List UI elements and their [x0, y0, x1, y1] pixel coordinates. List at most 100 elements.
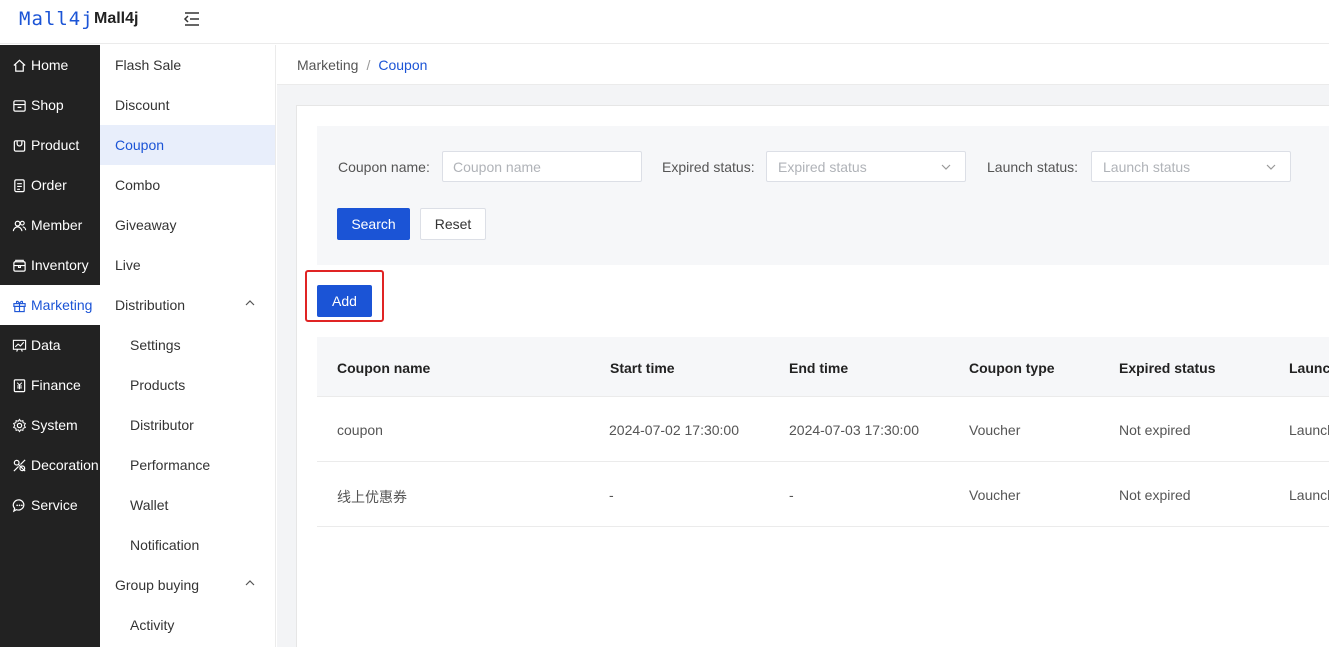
subnav-group-group-buying[interactable]: Group buying [100, 565, 275, 605]
subnav-item-combo[interactable]: Combo [100, 165, 275, 205]
cell-coupon-name: 线上优惠券 [337, 489, 407, 505]
finance-icon [13, 378, 26, 392]
add-button-highlight [305, 270, 384, 322]
subnav-item-flash-sale[interactable]: Flash Sale [100, 45, 275, 85]
search-form [317, 126, 1329, 265]
nav-item-marketing[interactable]: Marketing [0, 285, 100, 325]
subnav-item-coupon[interactable]: Coupon [100, 125, 275, 165]
subnav-item-notification[interactable]: Notification [100, 525, 275, 565]
subnav-item-live[interactable]: Live [100, 245, 275, 285]
nav-label: Member [31, 217, 83, 233]
cell-coupon-type: Voucher [969, 487, 1021, 503]
gear-icon [12, 417, 27, 433]
chevron-up-icon [245, 300, 255, 306]
cell-launch-status: Launched [1289, 487, 1329, 503]
app-name: Mall4j [94, 10, 139, 27]
cell-start-time: - [609, 487, 614, 503]
member-icon [12, 220, 27, 231]
column-header: Launch status [1289, 360, 1329, 376]
subnav-item-distributor[interactable]: Distributor [100, 405, 275, 445]
cell-coupon-name: coupon [337, 422, 383, 438]
nav-label: System [31, 417, 78, 433]
product-icon [13, 139, 26, 152]
nav-item-service[interactable]: Service [0, 485, 100, 525]
subnav-label: Discount [115, 97, 170, 113]
table-header: Coupon name Start time End time Coupon t… [317, 337, 1329, 397]
cell-start-time: 2024-07-02 17:30:00 [609, 422, 739, 438]
chevron-down-icon [1266, 164, 1276, 170]
subnav-item-giveaway[interactable]: Giveaway [100, 205, 275, 245]
home-icon [13, 59, 26, 72]
chevron-up-icon [245, 580, 255, 586]
chat-icon [12, 498, 25, 512]
subnav-label: Activity [130, 617, 175, 633]
nav-label: Home [31, 57, 69, 73]
column-header: Coupon type [969, 360, 1055, 376]
nav-label: Marketing [31, 297, 93, 313]
subnav-label: Coupon [115, 137, 165, 153]
nav-item-system[interactable]: System [0, 405, 100, 445]
nav-label: Service [31, 497, 78, 513]
nav-item-inventory[interactable]: Inventory [0, 245, 100, 285]
expired-status-placeholder: Expired status [778, 158, 867, 175]
cell-expired-status: Not expired [1119, 422, 1191, 438]
column-header: Start time [610, 360, 675, 376]
subnav-item-wallet[interactable]: Wallet [100, 485, 275, 525]
subnav-item-performance[interactable]: Performance [100, 445, 275, 485]
shop-icon [13, 99, 26, 112]
nav-label: Shop [31, 97, 64, 113]
coupon-name-label: Coupon name: [338, 159, 430, 175]
reset-button[interactable]: Reset [420, 208, 486, 240]
cell-launch-status: Launched [1289, 422, 1329, 438]
subnav-label: Flash Sale [115, 57, 182, 73]
collapse-menu-icon[interactable] [182, 10, 202, 28]
logo-mark: Mall4j [19, 8, 94, 30]
table-row: coupon 2024-07-02 17:30:00 2024-07-03 17… [317, 397, 1329, 462]
subnav-group-distribution[interactable]: Distribution [100, 285, 275, 325]
expired-status-label: Expired status: [662, 159, 755, 175]
table-row: 线上优惠券 - - Voucher Not expired Launched [317, 462, 1329, 527]
nav-item-shop[interactable]: Shop [0, 85, 100, 125]
chevron-down-icon [941, 164, 951, 170]
subnav-label: Live [115, 257, 141, 273]
order-icon [14, 178, 25, 192]
subnav-item-products[interactable]: Products [100, 365, 275, 405]
nav-label: Product [31, 137, 80, 153]
nav-label: Order [31, 177, 67, 193]
cell-expired-status: Not expired [1119, 487, 1191, 503]
nav-item-decoration[interactable]: Decoration [0, 445, 100, 485]
launch-status-label: Launch status: [987, 159, 1079, 175]
nav-item-member[interactable]: Member [0, 205, 100, 245]
cell-end-time: 2024-07-03 17:30:00 [789, 422, 919, 438]
nav-item-data[interactable]: Data [0, 325, 100, 365]
subnav-label: Giveaway [115, 217, 177, 233]
breadcrumb-separator: / [366, 56, 371, 73]
subnav-item-settings[interactable]: Settings [100, 325, 275, 365]
breadcrumb: Marketing / Coupon [277, 45, 1329, 85]
subnav-item-discount[interactable]: Discount [100, 85, 275, 125]
chart-icon [12, 339, 27, 352]
nav-label: Finance [31, 377, 81, 393]
column-header: Coupon name [337, 360, 431, 376]
top-header: Mall4j Mall4j [0, 0, 1329, 44]
nav-item-finance[interactable]: Finance [0, 365, 100, 405]
column-header: Expired status [1119, 360, 1216, 376]
nav-item-home[interactable]: Home [0, 45, 100, 85]
nav-item-product[interactable]: Product [0, 125, 100, 165]
subnav-item-activity[interactable]: Activity [100, 605, 275, 645]
subnav-label: Distributor [130, 417, 194, 433]
breadcrumb-parent[interactable]: Marketing [297, 57, 358, 73]
search-button[interactable]: Search [337, 208, 410, 240]
nav-label: Data [31, 337, 61, 353]
subnav-label: Distribution [115, 297, 186, 313]
column-header: End time [789, 360, 849, 376]
breadcrumb-current: Coupon [378, 56, 428, 73]
coupon-name-input[interactable] [442, 151, 642, 182]
nav-label: Decoration [31, 457, 99, 473]
expired-status-select[interactable]: Expired status [766, 151, 966, 182]
launch-status-placeholder: Launch status [1103, 158, 1191, 175]
nav-item-order[interactable]: Order [0, 165, 100, 205]
coupon-table: Coupon name Start time End time Coupon t… [317, 337, 1329, 527]
subnav-label: Combo [115, 177, 161, 193]
launch-status-select[interactable]: Launch status [1091, 151, 1291, 182]
